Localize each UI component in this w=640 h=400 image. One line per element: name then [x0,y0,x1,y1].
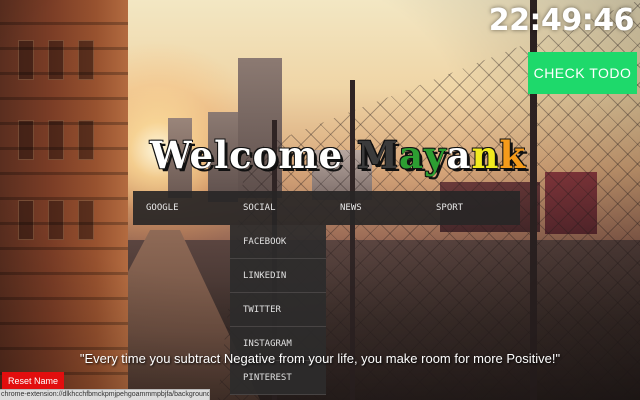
menu-item-google[interactable]: GOOGLE [146,191,179,225]
user-name: Mayank [357,133,526,177]
name-letter: M [357,133,399,177]
menu-item-sport[interactable]: SPORT [436,191,463,225]
dropdown-item-linkedin[interactable]: LINKEDIN [230,259,326,293]
name-letter: n [471,133,500,177]
name-letter: y [423,133,447,177]
name-letter: k [499,133,527,177]
clock-display: 22:49:46 [488,3,635,38]
name-letter: a [446,133,472,177]
menu-item-news[interactable]: NEWS [340,191,362,225]
reset-name-button[interactable]: Reset Name [2,372,65,389]
welcome-greeting: Welcome [150,133,344,177]
main-nav-menu: GOOGLE SOCIAL NEWS SPORT [133,191,520,225]
social-dropdown: FACEBOOK LINKEDIN TWITTER INSTAGRAM PINT… [230,225,326,395]
menu-item-social[interactable]: SOCIAL [243,191,276,225]
dropdown-item-twitter[interactable]: TWITTER [230,293,326,327]
name-letter: a [399,133,424,177]
dropdown-item-facebook[interactable]: FACEBOOK [230,225,326,259]
motivational-quote: "Every time you subtract Negative from y… [79,351,561,366]
check-todo-button[interactable]: CHECK TODO [528,52,637,94]
welcome-heading: Welcome Mayank [150,133,526,177]
dropdown-item-pinterest[interactable]: PINTEREST [230,361,326,395]
status-bar-url: chrome-extension://dlkhcchfbmckpmjpehgoa… [0,389,210,400]
